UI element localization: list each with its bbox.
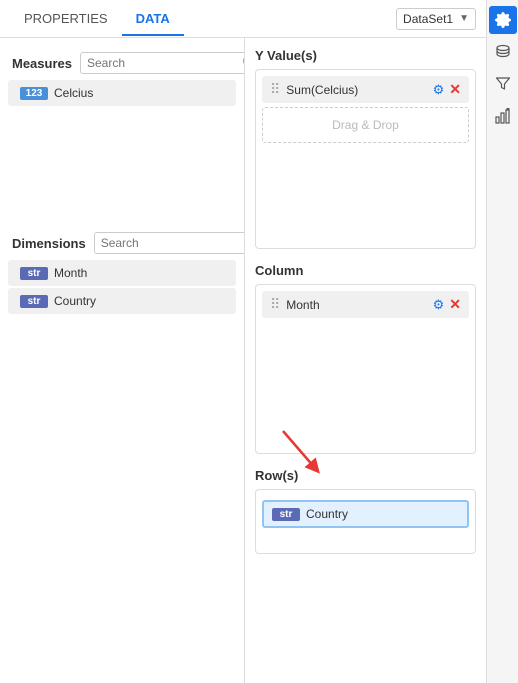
dataset-label: DataSet1 xyxy=(403,12,453,26)
measures-search-input[interactable] xyxy=(87,56,242,70)
sidebar-gear-button[interactable] xyxy=(489,6,517,34)
field-item-month[interactable]: str Month xyxy=(8,260,236,286)
sum-celcius-close-icon[interactable]: ✕ xyxy=(449,81,461,98)
right-sidebar xyxy=(486,0,518,683)
left-panel: Measures 🔍 123 Celcius Dimensions 🔍 xyxy=(0,38,245,683)
dimensions-search-input[interactable] xyxy=(101,236,245,250)
y-values-section: Y Value(s) ⠿ Sum(Celcius) ⚙ ✕ Drag & Dro… xyxy=(255,48,476,249)
country-rows-label: Country xyxy=(306,507,459,521)
measures-fields-list: 123 Celcius xyxy=(0,78,244,108)
sidebar-filter-button[interactable] xyxy=(489,70,517,98)
month-column-label: Month xyxy=(286,298,432,312)
chevron-down-icon: ▼ xyxy=(459,13,469,24)
y-value-item-sum-celcius: ⠿ Sum(Celcius) ⚙ ✕ xyxy=(262,76,469,103)
dimensions-title: Dimensions xyxy=(12,236,86,251)
column-drop-zone[interactable]: ⠿ Month ⚙ ✕ xyxy=(255,284,476,454)
rows-title: Row(s) xyxy=(255,468,476,483)
panel-body: Measures 🔍 123 Celcius Dimensions 🔍 xyxy=(0,38,486,683)
celcius-label: Celcius xyxy=(54,86,93,100)
y-values-placeholder: Drag & Drop xyxy=(262,107,469,143)
y-values-drop-zone[interactable]: ⠿ Sum(Celcius) ⚙ ✕ Drag & Drop xyxy=(255,69,476,249)
column-title: Column xyxy=(255,263,476,278)
country-rows-badge: str xyxy=(272,508,300,521)
field-item-celcius[interactable]: 123 Celcius xyxy=(8,80,236,106)
gear-icon xyxy=(495,12,511,28)
column-item-month: ⠿ Month ⚙ ✕ xyxy=(262,291,469,318)
rows-section: Row(s) str Country xyxy=(255,468,476,554)
rows-country-item: str Country xyxy=(262,500,469,528)
tab-data[interactable]: DATA xyxy=(122,3,184,36)
sum-celcius-gear-icon[interactable]: ⚙ xyxy=(433,82,445,98)
month-badge: str xyxy=(20,267,48,280)
celcius-badge: 123 xyxy=(20,87,48,100)
column-section: Column ⠿ Month ⚙ ✕ xyxy=(255,263,476,454)
month-label: Month xyxy=(54,266,87,280)
chart-settings-icon xyxy=(495,108,511,124)
sidebar-chart-settings-button[interactable] xyxy=(489,102,517,130)
database-icon xyxy=(495,44,511,60)
dimensions-fields-list: str Month str Country xyxy=(0,258,244,316)
drag-handle-icon: ⠿ xyxy=(270,81,280,98)
month-close-icon[interactable]: ✕ xyxy=(449,296,461,313)
country-badge: str xyxy=(20,295,48,308)
tab-properties[interactable]: PROPERTIES xyxy=(10,3,122,36)
month-gear-icon[interactable]: ⚙ xyxy=(433,297,445,313)
measures-search-box: 🔍 xyxy=(80,52,245,74)
right-panel: Y Value(s) ⠿ Sum(Celcius) ⚙ ✕ Drag & Dro… xyxy=(245,38,486,683)
sidebar-database-button[interactable] xyxy=(489,38,517,66)
dimensions-search-box: 🔍 xyxy=(94,232,245,254)
y-values-title: Y Value(s) xyxy=(255,48,476,63)
drag-handle-month-icon: ⠿ xyxy=(270,296,280,313)
filter-icon xyxy=(495,76,511,92)
top-tabs: PROPERTIES DATA DataSet1 ▼ xyxy=(0,0,486,38)
dataset-selector[interactable]: DataSet1 ▼ xyxy=(396,8,476,30)
country-label: Country xyxy=(54,294,96,308)
measures-header: Measures 🔍 xyxy=(0,48,244,78)
rows-drop-zone[interactable]: str Country xyxy=(255,489,476,554)
dimensions-header: Dimensions 🔍 xyxy=(0,228,244,258)
sum-celcius-label: Sum(Celcius) xyxy=(286,83,432,97)
field-item-country[interactable]: str Country xyxy=(8,288,236,314)
measures-title: Measures xyxy=(12,56,72,71)
